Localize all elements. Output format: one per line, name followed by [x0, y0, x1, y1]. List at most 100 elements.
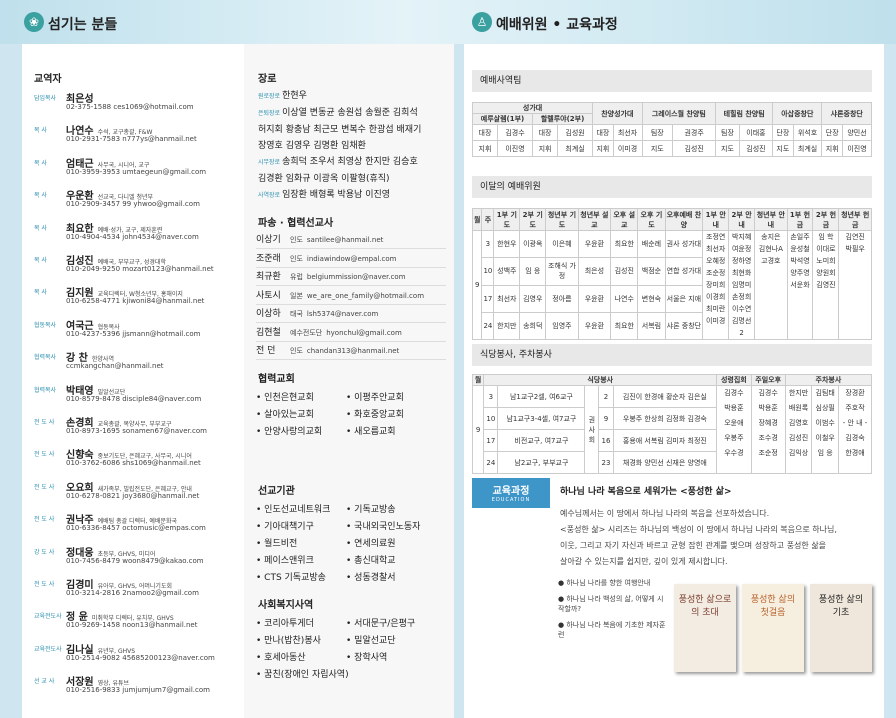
staff-role: 목 사 [34, 224, 47, 232]
institutions-title: 선교기관 [258, 486, 295, 497]
missionary-row: 김현철 예수전도단 hyonchul@gmail.com [256, 325, 446, 342]
staff-role: 강 도 사 [34, 548, 55, 556]
roster-name: 조정연 [706, 233, 726, 241]
list-item: • 만나(밥찬)봉사 [256, 636, 321, 646]
roster-cell: 박지혜 여윤정 정하영 최현화 임명미 손정희 이수연 김명선2 [728, 230, 756, 340]
monthly-cell: 배순례 [637, 229, 666, 259]
caf-roster-name: 김영호 [788, 419, 809, 427]
missionaries-title: 파송 · 협력선교사 [258, 218, 334, 229]
monthly-cell: 송희덕 [519, 311, 547, 341]
list-item-text: 호세아동산 [264, 653, 306, 663]
roster-name: 고경호 [761, 257, 781, 265]
list-row: • 월드비전 • 연세의료원 [256, 536, 436, 553]
monthly-header: 2부 안내 [728, 208, 756, 231]
caf-group: 남2교구, 부부교구 [497, 451, 586, 474]
team-header: 그레이스월 찬양팀 [641, 102, 717, 125]
roster-cell: 송지은 김현나A 고경호 [754, 230, 788, 340]
caf-roster-name: 우봉주 [724, 434, 744, 442]
caf-roster-name: 주호작 [845, 404, 865, 412]
team-cell: 김성진 [738, 140, 774, 157]
elder-line: 김경환 임화규 이광옥 이팔형(휴직) [258, 171, 421, 187]
monthly-cell: 김영우 [519, 284, 547, 313]
education-line: <풍성한 삶> 시리즈는 하나님의 백성이 이 땅에서 하나님 나라의 복음으로… [560, 525, 837, 534]
course-item: ● 하나님 나라 백성의 삶, 어떻게 시작할까? [558, 594, 668, 614]
staff-contact: 010-6278-0821 joy3680@hanmail.net [66, 491, 200, 500]
monthly-header: 1부 기도 [493, 208, 521, 231]
monthly-cell: 24 [481, 311, 495, 341]
book-title-2: 풍성한 삶의 첫걸음 [750, 595, 796, 618]
caf-roster-name: 김팀태 [815, 389, 835, 397]
missionary-region: 예수전도단 [290, 328, 323, 337]
list-item: • 밀알선교단 [346, 636, 396, 646]
roster-name: 이경희 [706, 293, 726, 301]
team-header: 찬양성가대 [592, 102, 643, 125]
caf-roster-name: 조수경 [758, 434, 778, 442]
missionary-row: 최규환 유럽 belgiummission@naver.com [256, 269, 446, 286]
caf-side: 권사회 [584, 385, 600, 474]
monthly-header: 청년부 헌금 [838, 208, 872, 231]
caf-roster: 김경수 박용훈 오윤애 우봉주 우수경 [716, 385, 752, 474]
caf-day: 9 [598, 407, 614, 430]
caf-roster-name: 김성진 [788, 434, 809, 442]
list-row: • 기아대책기구 • 국내외국인노동자 [256, 519, 436, 536]
missionary-email: chandan313@hanmail.net [306, 347, 400, 355]
team-cell: 지도 [641, 140, 674, 157]
caf-roster-name: 김경숙 [845, 434, 865, 442]
elder-names: 김경환 임화규 이광옥 이팔형(휴직) [258, 174, 390, 184]
caf-roster-name: 박용훈 [724, 404, 744, 412]
roster-name: 손정희 [731, 293, 752, 301]
list-item: • 기아대책기구 [256, 522, 314, 532]
list-item: • 연세의료원 [346, 539, 396, 549]
caf-roster-name: 오윤애 [724, 419, 744, 427]
missionary-region: 태국 [290, 310, 303, 318]
staff-role: 교육전도사 [34, 645, 62, 653]
staff-contact: 010-4237-5396 jjsmann@hotmail.com [66, 329, 201, 338]
missionary-name: 조준래 [256, 253, 281, 264]
education-line: 이웃, 그리고 자기 자신과 바르고 균형 잡힌 관계를 맺으며 성장하고 풍성… [560, 541, 827, 550]
roster-name: 윤성철 [790, 245, 810, 253]
elder-line: 장영호 김영우 김명환 임채환 [258, 138, 421, 154]
monthly-cell: 최요한 [610, 229, 639, 259]
team-header: 샤론중창단 [821, 102, 872, 125]
staff-contact: 010-2049-9250 mozart0123@hanmail.net [66, 265, 214, 273]
staff-contact: 010-3214-2816 2namoo2@gmail.com [66, 589, 199, 597]
caf-week: 3 [483, 385, 499, 408]
missionary-region: 인도 [290, 236, 303, 244]
monthly-cell: 서울은 지애 [664, 284, 704, 313]
list-row: • 호세아동산 • 장학사역 [256, 650, 436, 667]
team-cell: 김성원 [557, 124, 594, 141]
education-body: 예수님께서는 이 땅에서 하나님 나라의 복음을 선포하셨습니다. <풍성한 삶>… [560, 506, 837, 570]
course-text: 하나님 나라를 향한 여행안내 [566, 579, 651, 587]
churches-title: 협력교회 [258, 374, 295, 385]
list-row: • 안양사랑의교회 • 새오름교회 [256, 424, 436, 441]
staff-role: 전 도 사 [34, 483, 55, 491]
staff-role: 교육전도사 [34, 613, 62, 621]
list-item-text: 인천은현교회 [264, 393, 314, 403]
list-item-text: 살아있는교회 [264, 410, 314, 420]
monthly-header: 2부 기도 [519, 208, 547, 231]
monthly-cell: 임 응 [519, 257, 547, 286]
book-title-3: 풍성한 삶의 기초 [818, 595, 864, 618]
team-cell: 최계실 [792, 140, 823, 157]
list-row: • 꿈친(장애인 자립사역) [256, 667, 436, 684]
elder-names: 송희덕 조우서 최영상 한지만 김승호 [282, 157, 418, 167]
team-cell: 단장 [772, 124, 794, 141]
choir-header: 성가대 [471, 102, 594, 114]
caf-roster-name: 김익상 [788, 449, 809, 457]
list-row: • 살아있는교회 • 화호중앙교회 [256, 407, 436, 424]
list-item: • 기독교방송 [346, 505, 396, 515]
staff-contact: 010-2516-9833 jumjumjum7@gmail.com [66, 686, 210, 695]
roster-name: 서운화 [790, 281, 810, 289]
staff-role: 전 도 사 [34, 516, 55, 524]
list-item-text: 새오름교회 [354, 427, 396, 437]
missionary-region: 인도 [290, 347, 303, 355]
team-cell: 이진영 [842, 140, 872, 157]
missionary-region: 인도 [290, 254, 303, 263]
list-item: • 안양사랑의교회 [256, 427, 323, 437]
staff-contact: 010-7456-8479 woon8479@kakao.com [66, 556, 204, 565]
month-cell: 9 [471, 230, 483, 340]
elder-names: 이상열 변동균 송원섭 송월준 김희석 [282, 108, 418, 118]
roster-name: 송지은 [761, 233, 781, 241]
monthly-cell: 한현우 [493, 229, 521, 259]
staff-contact: 010-8579-8478 disciple84@naver.com [66, 394, 202, 403]
